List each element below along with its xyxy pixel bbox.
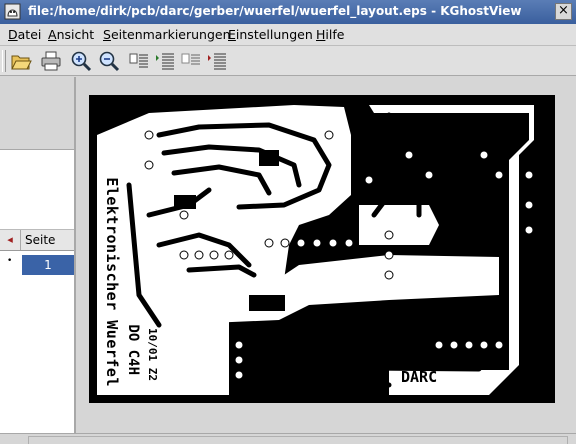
mark-column-header[interactable]: ◂ — [0, 230, 21, 250]
toggle-marks-icon[interactable] — [206, 50, 228, 72]
menu-datei-label: atei — [17, 27, 42, 42]
menu-ansicht-label: nsicht — [56, 27, 95, 42]
page-list-header: ◂ Seite — [0, 229, 74, 251]
board-code-text: DO C4H — [125, 324, 141, 375]
menu-einstellungen[interactable]: Einstellungen — [228, 27, 313, 42]
mark-all-icon[interactable] — [154, 50, 176, 72]
mark-page-icon[interactable] — [128, 50, 150, 72]
page-column-header[interactable]: Seite — [25, 233, 55, 247]
toolbar — [0, 46, 576, 76]
page-list-row[interactable]: • 1 — [0, 254, 74, 276]
menu-ansicht[interactable]: Ansicht — [48, 27, 94, 42]
page-list-pane: ◂ Seite • 1 — [0, 77, 76, 433]
thumbnail-preview[interactable] — [0, 77, 74, 150]
menu-einstellungen-accel: E — [228, 27, 236, 42]
menu-hilfe-label: ilfe — [325, 27, 345, 42]
menu-bar: Datei Ansicht Seitenmarkierungen Einstel… — [0, 24, 576, 46]
board-date-text: 10/01 Z2 — [146, 328, 159, 381]
close-button[interactable]: × — [555, 3, 572, 20]
status-bar — [0, 433, 576, 444]
title-bar: file:/home/dirk/pcb/darc/gerber/wuerfel/… — [0, 0, 576, 24]
open-icon[interactable] — [10, 50, 32, 72]
menu-hilfe[interactable]: Hilfe — [316, 27, 344, 42]
window-title: file:/home/dirk/pcb/darc/gerber/wuerfel/… — [28, 4, 522, 18]
menu-einstellungen-label: instellungen — [235, 27, 313, 42]
menu-hilfe-accel: H — [316, 27, 326, 42]
page-mark-indicator[interactable]: • — [7, 256, 12, 266]
pcb-layout-page: Elektronischer Wuerfel DO C4H 10/01 Z2 D… — [89, 95, 555, 403]
menu-datei-accel: D — [8, 27, 18, 42]
menu-datei[interactable]: Datei — [8, 27, 41, 42]
unmark-page-icon[interactable] — [180, 50, 202, 72]
menu-seitenmarkierungen-accel: S — [103, 27, 111, 42]
board-title-text: Elektronischer Wuerfel — [103, 177, 121, 387]
page-number-cell[interactable]: 1 — [22, 255, 74, 275]
print-icon[interactable] — [40, 50, 62, 72]
menu-seitenmarkierungen-label: eitenmarkierungen — [110, 27, 231, 42]
menu-seitenmarkierungen[interactable]: Seitenmarkierungen — [103, 27, 231, 42]
zoom-out-icon[interactable] — [98, 50, 120, 72]
zoom-in-icon[interactable] — [70, 50, 92, 72]
menu-ansicht-accel: A — [48, 27, 57, 42]
board-darc-label: DARC — [401, 368, 437, 386]
pcb-layout-drawing: Elektronischer Wuerfel DO C4H 10/01 Z2 D… — [97, 105, 534, 395]
toolbar-grip[interactable] — [2, 50, 6, 72]
document-viewer[interactable]: Elektronischer Wuerfel DO C4H 10/01 Z2 D… — [78, 77, 576, 433]
kghostview-app-icon[interactable] — [4, 3, 21, 20]
